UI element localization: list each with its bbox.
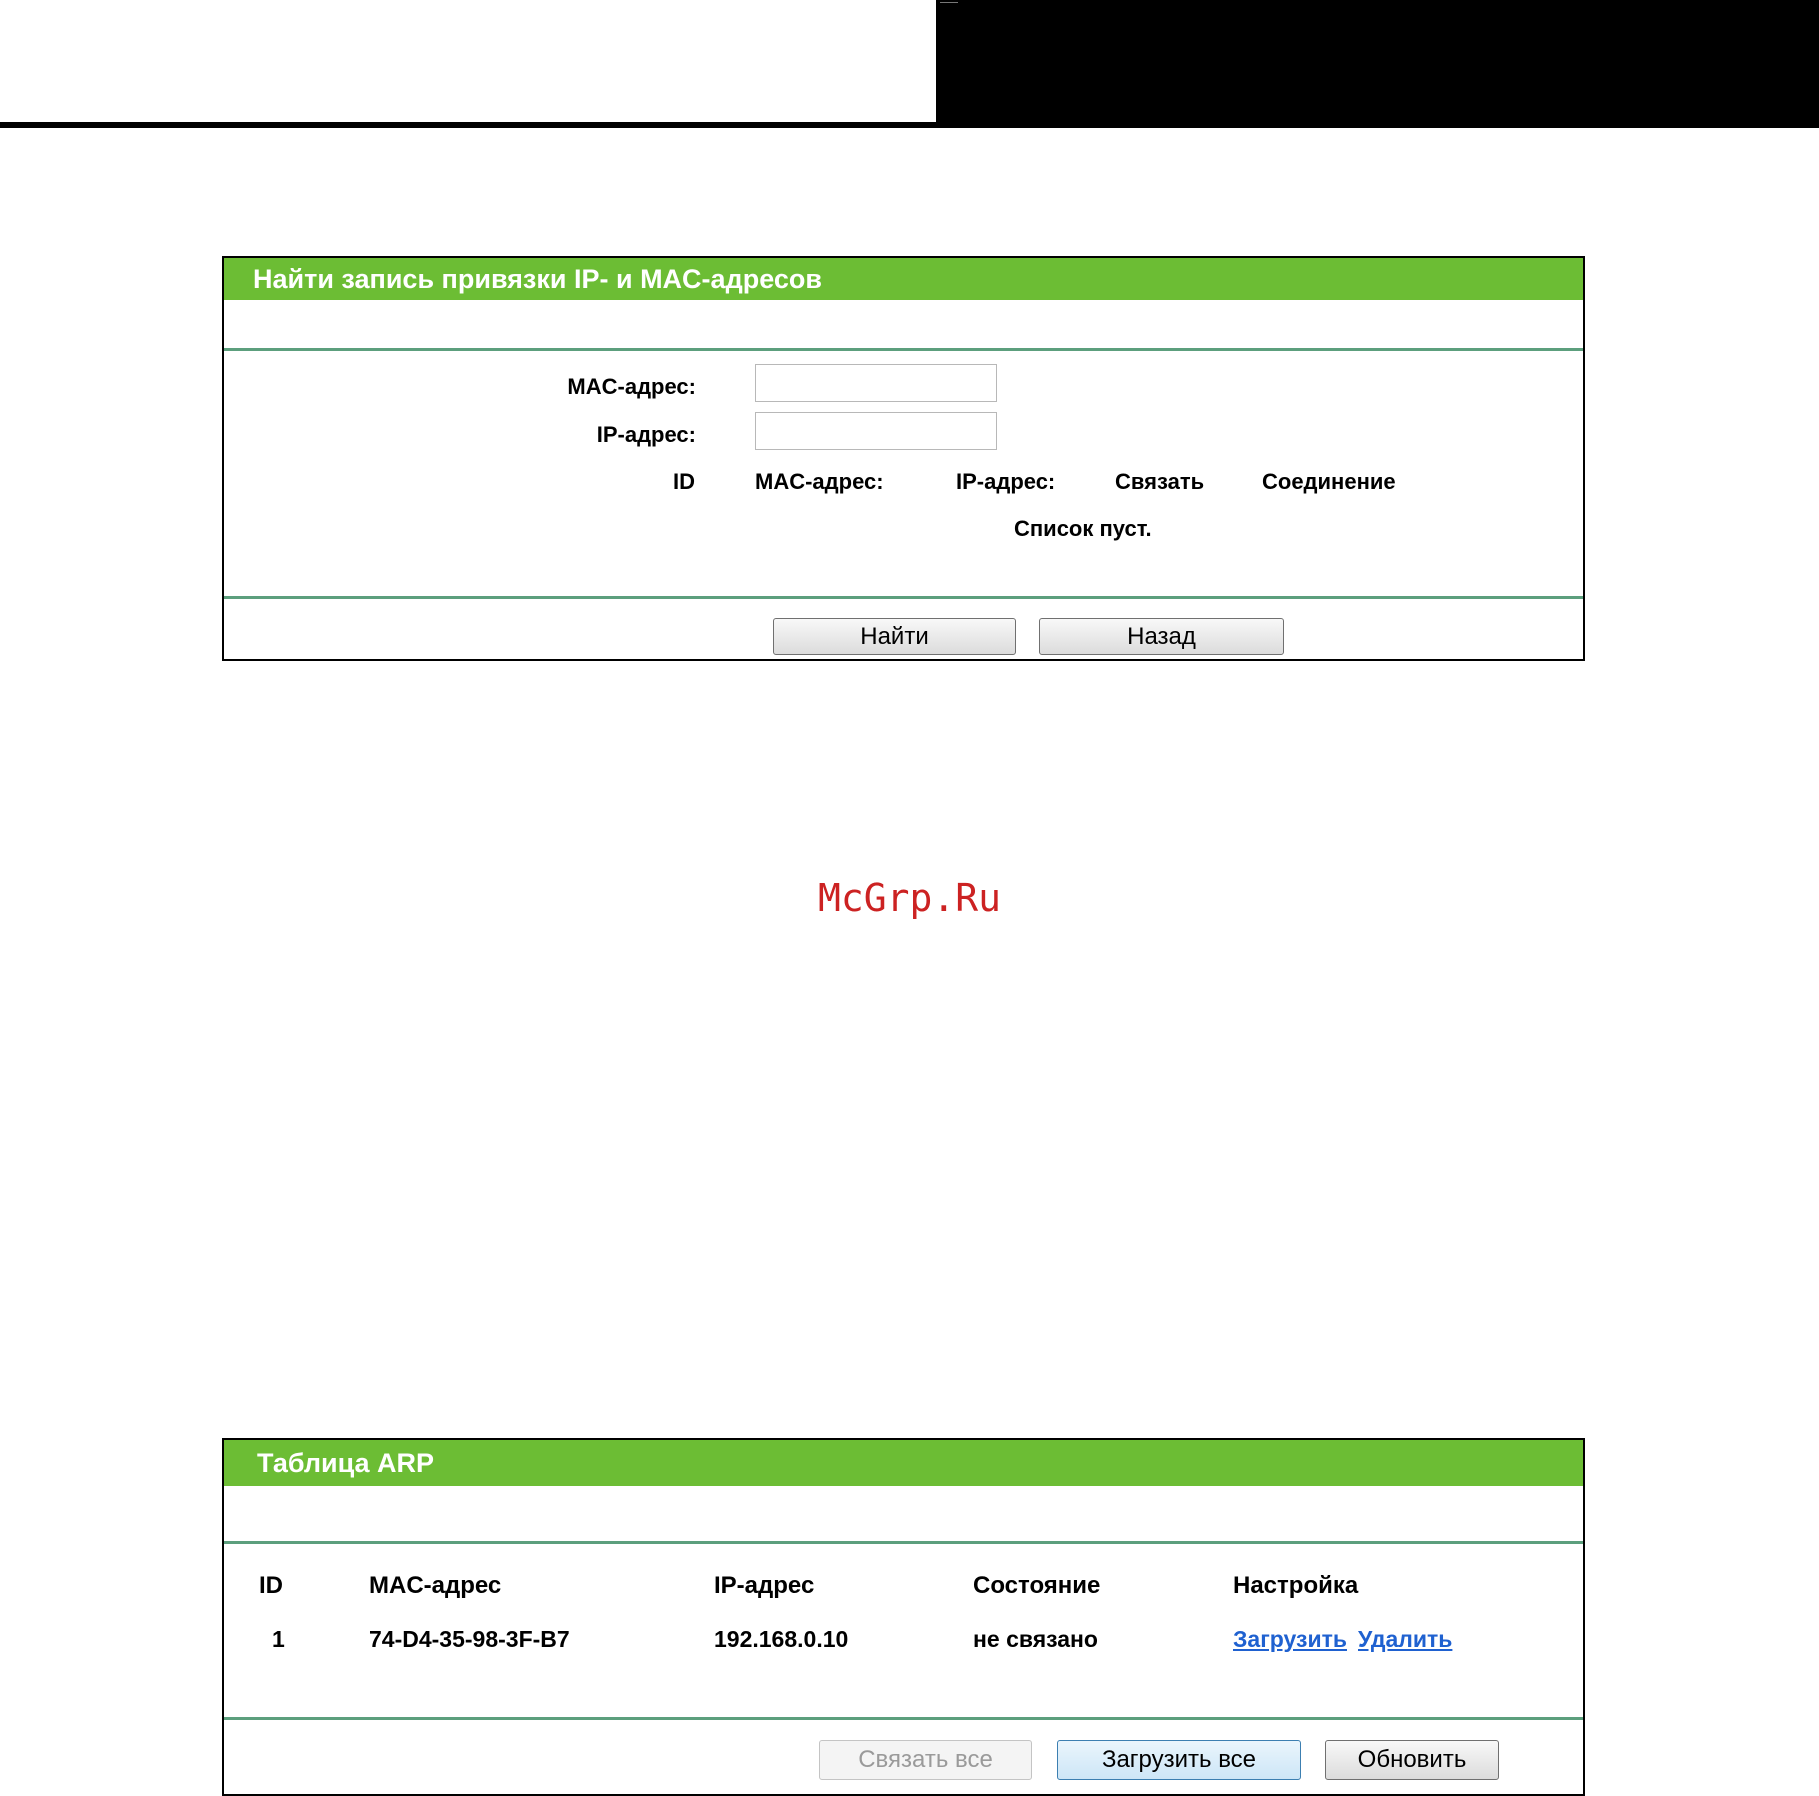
- arp-column-header-state: Состояние: [973, 1572, 1101, 1599]
- mac-address-label: MAC-адрес:: [567, 374, 696, 399]
- delete-link[interactable]: Удалить: [1358, 1626, 1452, 1653]
- search-panel: Найти запись привязки IP- и MAC-адресов …: [222, 256, 1585, 661]
- refresh-button[interactable]: Обновить: [1325, 1740, 1499, 1780]
- column-header-mac: MAC-адрес:: [755, 469, 884, 494]
- separator: [224, 1717, 1583, 1720]
- arp-column-header-ip: IP-адрес: [714, 1572, 815, 1599]
- row-ip: 192.168.0.10: [714, 1626, 849, 1652]
- separator: [224, 1541, 1583, 1544]
- watermark: McGrp.Ru: [817, 876, 1002, 920]
- separator: [224, 348, 1583, 351]
- search-panel-title: Найти запись привязки IP- и MAC-адресов: [224, 258, 1583, 300]
- row-mac: 74-D4-35-98-3F-B7: [369, 1626, 570, 1652]
- load-link[interactable]: Загрузить: [1233, 1626, 1347, 1653]
- back-button[interactable]: Назад: [1039, 618, 1284, 655]
- arp-column-header-mac: MAC-адрес: [369, 1572, 502, 1599]
- arp-column-header-id: ID: [259, 1572, 283, 1599]
- column-header-id: ID: [673, 469, 695, 494]
- empty-list-message: Список пуст.: [1014, 516, 1152, 541]
- mac-address-input[interactable]: [755, 364, 997, 402]
- find-button[interactable]: Найти: [773, 618, 1016, 655]
- arp-table-title: Таблица ARP: [224, 1440, 1583, 1486]
- arp-table-panel: Таблица ARP ID MAC-адрес IP-адрес Состоя…: [222, 1438, 1585, 1796]
- top-rule: [0, 122, 937, 128]
- top-black-bar: [936, 0, 1819, 128]
- row-state: не связано: [973, 1626, 1098, 1652]
- ip-address-input[interactable]: [755, 412, 997, 450]
- row-id: 1: [272, 1626, 285, 1652]
- column-header-ip: IP-адрес:: [956, 469, 1056, 494]
- arp-column-header-settings: Настройка: [1233, 1572, 1359, 1599]
- bind-all-button[interactable]: Связать все: [819, 1740, 1032, 1780]
- separator: [224, 596, 1583, 599]
- ip-address-label: IP-адрес:: [596, 422, 696, 447]
- column-header-connection: Соединение: [1262, 469, 1396, 494]
- column-header-bind: Связать: [1115, 469, 1205, 494]
- top-gray-line: [940, 2, 958, 3]
- load-all-button[interactable]: Загрузить все: [1057, 1740, 1301, 1780]
